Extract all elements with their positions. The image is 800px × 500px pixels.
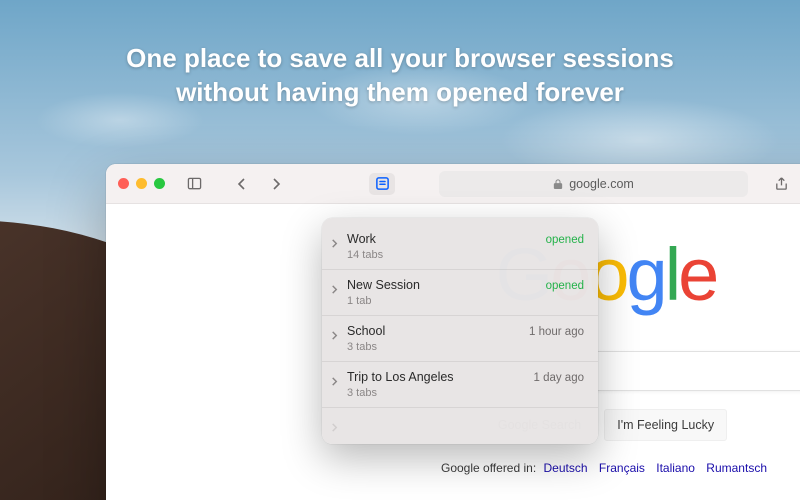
logo-letter: g bbox=[627, 232, 665, 317]
chevron-right-icon bbox=[330, 239, 339, 248]
sidebar-toggle-button[interactable] bbox=[181, 173, 207, 195]
chevron-right-icon bbox=[330, 377, 339, 386]
logo-letter: e bbox=[678, 232, 716, 317]
session-row[interactable]: School 3 tabs 1 hour ago bbox=[322, 316, 598, 362]
chevron-right-icon bbox=[330, 285, 339, 294]
expand-chevron[interactable] bbox=[330, 419, 339, 437]
expand-chevron[interactable] bbox=[330, 373, 339, 391]
session-row[interactable] bbox=[322, 408, 598, 444]
session-tabcount: 3 tabs bbox=[347, 387, 525, 399]
session-title: School bbox=[347, 324, 521, 338]
chevron-right-icon bbox=[270, 178, 282, 190]
chevron-right-icon bbox=[330, 331, 339, 340]
sessions-icon bbox=[375, 176, 390, 191]
titlebar: google.com bbox=[106, 164, 800, 204]
forward-button[interactable] bbox=[263, 173, 289, 195]
sessions-popover: Work 14 tabs opened New Session 1 tab op… bbox=[322, 218, 598, 444]
session-status: 1 hour ago bbox=[529, 326, 584, 338]
session-title: Work bbox=[347, 232, 538, 246]
marketing-headline: One place to save all your browser sessi… bbox=[0, 42, 800, 110]
sessions-extension-button[interactable] bbox=[369, 173, 395, 195]
session-row[interactable]: Trip to Los Angeles 3 tabs 1 day ago bbox=[322, 362, 598, 408]
address-text: google.com bbox=[569, 177, 634, 191]
sidebar-icon bbox=[187, 176, 202, 191]
promo-stage: One place to save all your browser sessi… bbox=[0, 0, 800, 500]
safari-window: google.com Google bbox=[106, 164, 800, 500]
expand-chevron[interactable] bbox=[330, 235, 339, 253]
page-content: Google Google Search I'm Feeling Lucky G… bbox=[106, 204, 800, 500]
chevron-left-icon bbox=[236, 178, 248, 190]
google-language-row: Google offered in: Deutsch Français Ital… bbox=[346, 461, 800, 475]
logo-letter: l bbox=[665, 232, 678, 317]
expand-chevron[interactable] bbox=[330, 281, 339, 299]
session-status: 1 day ago bbox=[533, 372, 584, 384]
session-row[interactable]: Work 14 tabs opened bbox=[322, 224, 598, 270]
back-button[interactable] bbox=[229, 173, 255, 195]
address-bar[interactable]: google.com bbox=[439, 171, 748, 197]
session-tabcount: 14 tabs bbox=[347, 249, 538, 261]
session-title: Trip to Los Angeles bbox=[347, 370, 525, 384]
headline-line1: One place to save all your browser sessi… bbox=[40, 42, 760, 76]
zoom-window-button[interactable] bbox=[154, 178, 165, 189]
language-link[interactable]: Français bbox=[599, 461, 645, 475]
language-link[interactable]: Deutsch bbox=[544, 461, 588, 475]
window-controls bbox=[118, 178, 165, 189]
session-tabcount: 1 tab bbox=[347, 295, 538, 307]
session-status: opened bbox=[546, 234, 584, 246]
language-link[interactable]: Rumantsch bbox=[706, 461, 767, 475]
session-title: New Session bbox=[347, 278, 538, 292]
language-lead: Google offered in: bbox=[441, 461, 536, 475]
language-link[interactable]: Italiano bbox=[656, 461, 695, 475]
session-tabcount: 3 tabs bbox=[347, 341, 521, 353]
expand-chevron[interactable] bbox=[330, 327, 339, 345]
close-window-button[interactable] bbox=[118, 178, 129, 189]
feeling-lucky-button[interactable]: I'm Feeling Lucky bbox=[604, 409, 727, 441]
minimize-window-button[interactable] bbox=[136, 178, 147, 189]
session-status: opened bbox=[546, 280, 584, 292]
share-icon bbox=[774, 176, 789, 191]
share-button[interactable] bbox=[768, 173, 794, 195]
session-row[interactable]: New Session 1 tab opened bbox=[322, 270, 598, 316]
chevron-right-icon bbox=[330, 423, 339, 432]
headline-line2: without having them opened forever bbox=[40, 76, 760, 110]
lock-icon bbox=[553, 179, 563, 189]
